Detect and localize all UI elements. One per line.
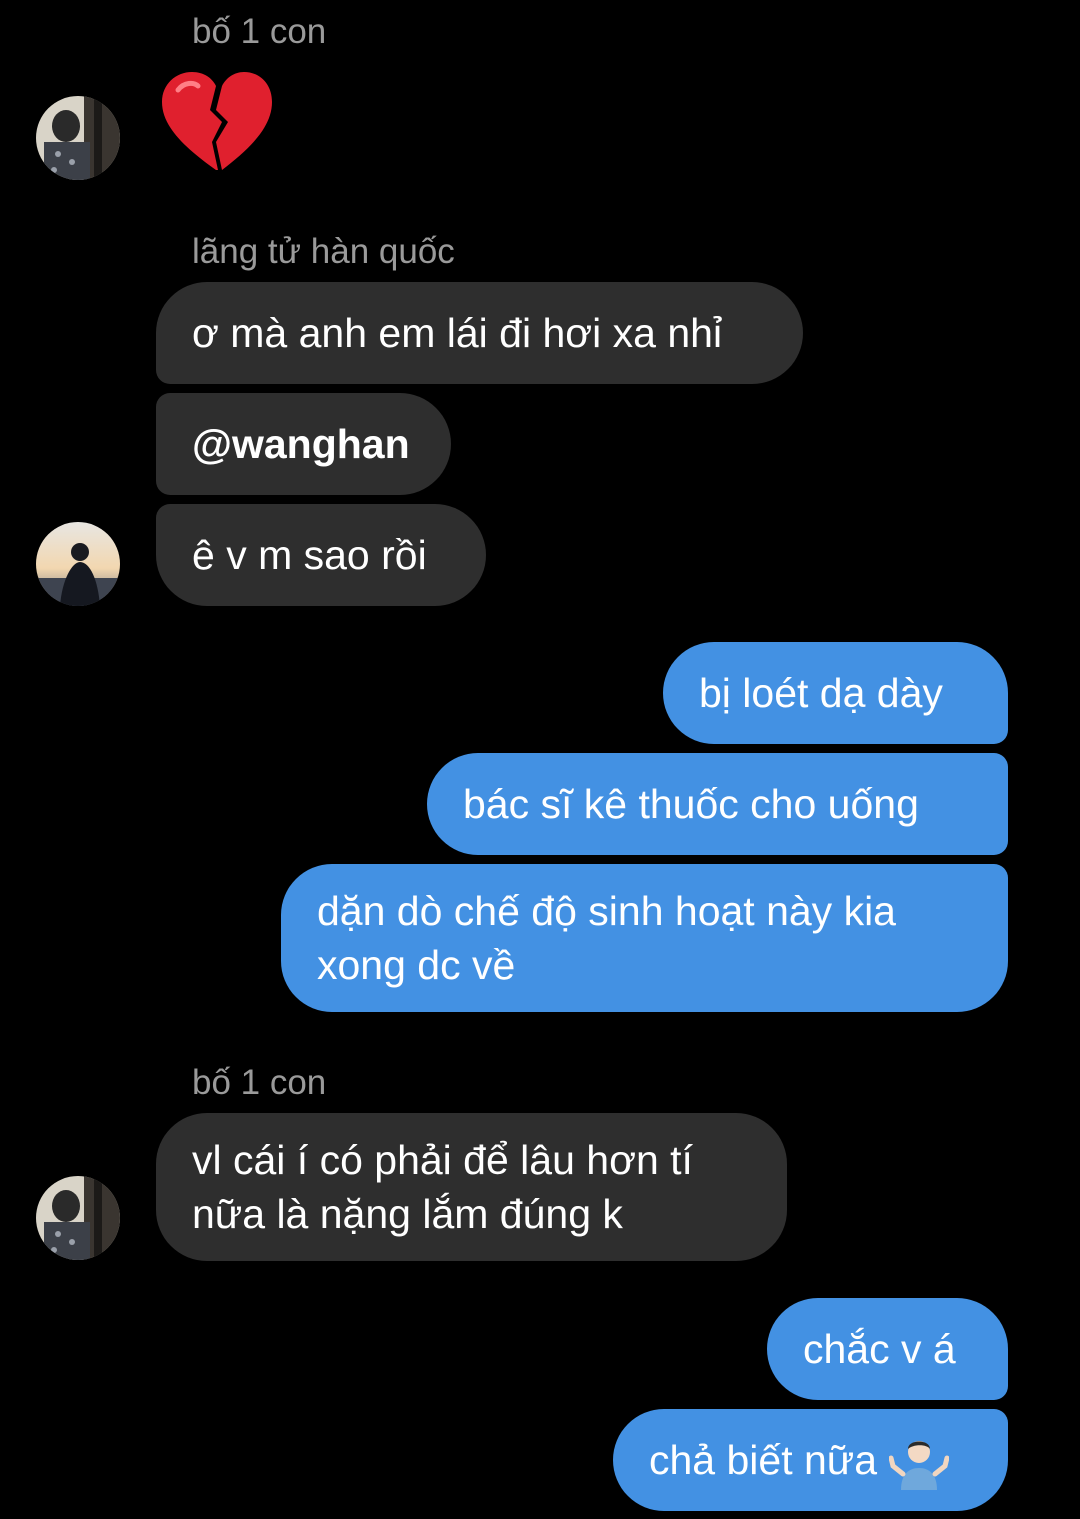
avatar[interactable] <box>36 1176 120 1260</box>
message-text-line: dặn dò chế độ sinh hoạt này kia <box>317 888 896 934</box>
avatar[interactable] <box>36 522 120 606</box>
message-text-line: nữa là nặng lắm đúng k <box>192 1191 623 1237</box>
sender-name: bố 1 con <box>192 1063 327 1102</box>
message-text: bác sĩ kê thuốc cho uống <box>463 781 919 827</box>
message-text-line: vl cái í có phải để lâu hơn tí <box>192 1137 693 1183</box>
message-bubble[interactable]: bác sĩ kê thuốc cho uống <box>427 753 1008 855</box>
person-shrugging-icon <box>888 1430 950 1490</box>
message-bubble[interactable]: chả biết nữa <box>613 1409 1008 1511</box>
message-bubble[interactable]: @wanghan <box>156 393 451 495</box>
avatar[interactable] <box>36 96 120 180</box>
message-bubble[interactable]: vl cái í có phải để lâu hơn tí nữa là nặ… <box>156 1113 787 1261</box>
message-bubble[interactable]: chắc v á <box>767 1298 1008 1400</box>
message-text: bị loét dạ dày <box>699 670 943 716</box>
message-bubble[interactable]: ơ mà anh em lái đi hơi xa nhỉ <box>156 282 803 384</box>
mention-link[interactable]: @wanghan <box>192 417 410 471</box>
message-text: chắc v á <box>803 1326 956 1372</box>
message-text-line: xong dc về <box>317 942 516 988</box>
sender-name: bố 1 con <box>192 12 327 51</box>
message-text: chả biết nữa <box>649 1437 878 1483</box>
broken-heart-icon[interactable] <box>158 70 274 176</box>
message-text: ê v m sao rồi <box>192 532 427 578</box>
message-bubble[interactable]: bị loét dạ dày <box>663 642 1008 744</box>
message-text: ơ mà anh em lái đi hơi xa nhỉ <box>192 310 723 356</box>
chat-thread: bố 1 con lãng tử hàn quốc ơ mà anh em lá… <box>0 0 1080 1519</box>
sender-name: lãng tử hàn quốc <box>192 232 455 271</box>
message-bubble[interactable]: ê v m sao rồi <box>156 504 486 606</box>
message-bubble[interactable]: dặn dò chế độ sinh hoạt này kia xong dc … <box>281 864 1008 1012</box>
